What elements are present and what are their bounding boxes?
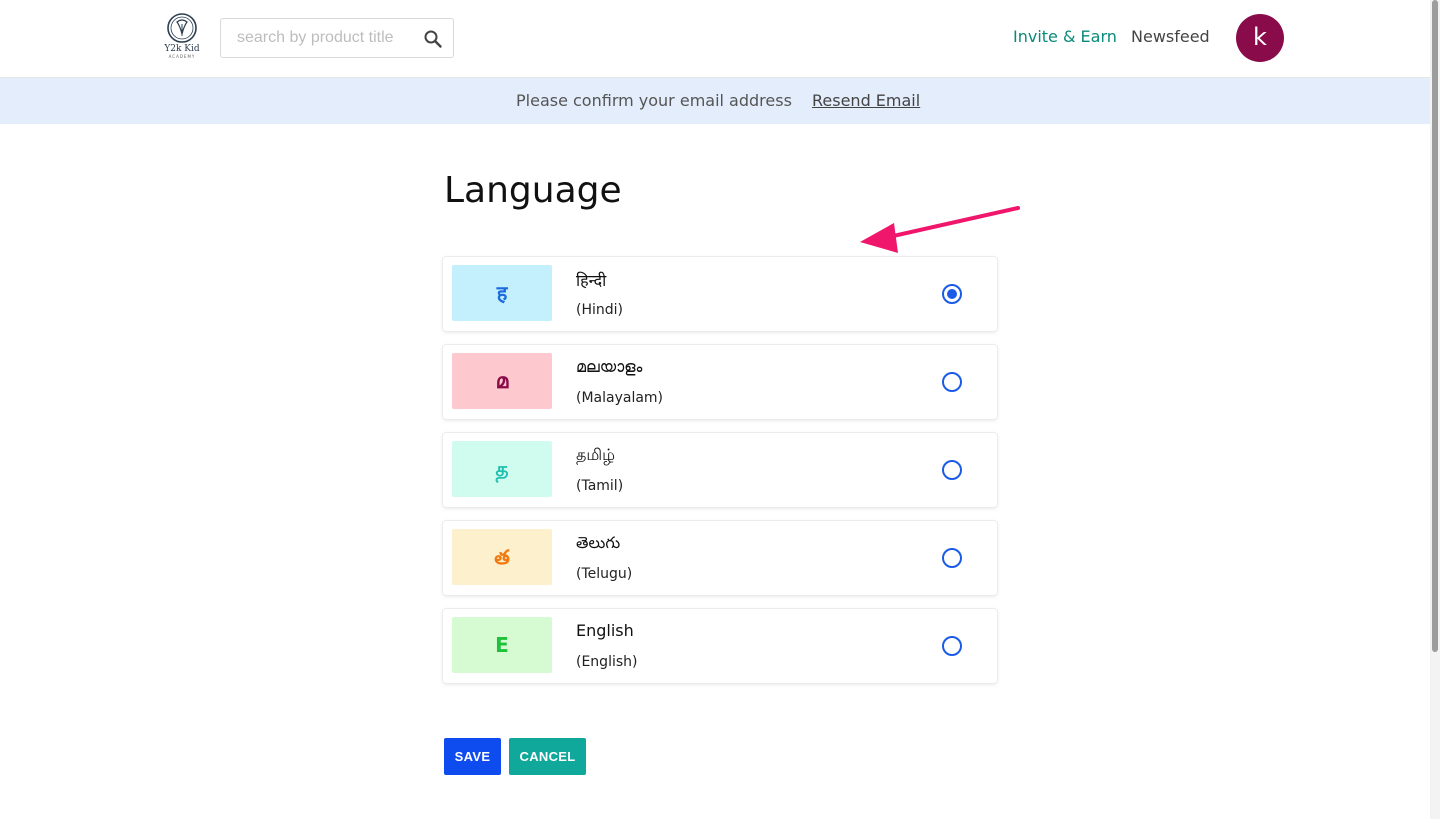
language-badge: త (452, 529, 552, 585)
search-input[interactable] (221, 19, 416, 57)
page-scrollbar[interactable] (1430, 0, 1440, 819)
language-english-name: (English) (576, 654, 638, 670)
language-list: ह हिन्दी (Hindi) മ മലയാളം (Malayalam) த … (443, 257, 997, 697)
language-radio[interactable] (942, 460, 962, 480)
language-badge: ह (452, 265, 552, 321)
pointer-arrow-icon (860, 206, 1020, 253)
language-english-name: (Telugu) (576, 566, 633, 582)
language-radio[interactable] (942, 284, 962, 304)
language-radio[interactable] (942, 372, 962, 392)
logo-emblem-icon (167, 13, 197, 43)
language-radio[interactable] (942, 548, 962, 568)
banner-message: Please confirm your email address (516, 91, 792, 110)
nav-newsfeed-link[interactable]: Newsfeed (1131, 27, 1210, 46)
language-badge: த (452, 441, 552, 497)
language-english-name: (Tamil) (576, 478, 624, 494)
page-title: Language (444, 170, 622, 211)
logo-subtext: ACADEMY (168, 54, 196, 59)
nav-invite-earn-link[interactable]: Invite & Earn (1013, 27, 1117, 46)
language-native-name: മലയാളം (576, 357, 643, 376)
top-header: Y2k Kid ACADEMY Invite & Earn Newsfeed k (0, 0, 1440, 78)
language-badge: E (452, 617, 552, 673)
language-option-telugu[interactable]: త తెలుగు (Telugu) (443, 521, 997, 595)
language-option-malayalam[interactable]: മ മലയാളം (Malayalam) (443, 345, 997, 419)
y2k-kid-logo[interactable]: Y2k Kid ACADEMY (160, 12, 204, 62)
logo-text: Y2k Kid (164, 44, 200, 54)
language-native-name: हिन्दी (576, 271, 607, 290)
language-option-hindi[interactable]: ह हिन्दी (Hindi) (443, 257, 997, 331)
language-option-tamil[interactable]: த தமிழ் (Tamil) (443, 433, 997, 507)
language-option-english[interactable]: E English (English) (443, 609, 997, 683)
user-avatar[interactable]: k (1236, 14, 1284, 62)
language-native-name: English (576, 621, 634, 640)
language-badge: മ (452, 353, 552, 409)
language-english-name: (Malayalam) (576, 390, 664, 406)
resend-email-link[interactable]: Resend Email (812, 91, 920, 110)
save-button[interactable]: SAVE (444, 738, 501, 775)
search-icon[interactable] (423, 29, 443, 49)
language-native-name: தமிழ் (576, 445, 616, 464)
language-radio[interactable] (942, 636, 962, 656)
language-native-name: తెలుగు (576, 533, 621, 552)
search-box (220, 18, 454, 58)
email-confirm-banner: Please confirm your email address Resend… (0, 78, 1440, 124)
cancel-button[interactable]: CANCEL (509, 738, 586, 775)
language-english-name: (Hindi) (576, 302, 623, 318)
scrollbar-thumb[interactable] (1432, 0, 1438, 652)
